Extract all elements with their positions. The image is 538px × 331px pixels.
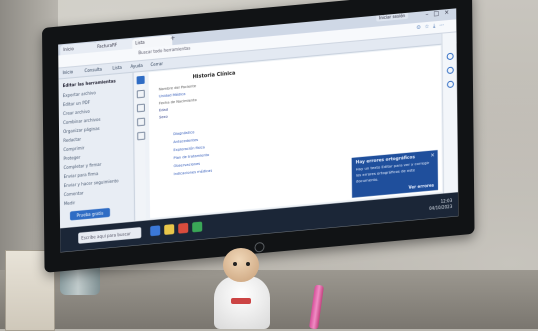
view-errors-button[interactable]: Ver errores <box>409 182 434 189</box>
monitor: Inicio FacturaRF Lista + Iniciar sesión … <box>42 0 475 273</box>
sidebar-item[interactable]: Exportar archivo <box>63 90 96 98</box>
sidebar-item[interactable]: Comprimir <box>63 145 84 152</box>
right-toolbar <box>441 32 459 194</box>
document-line: Sexo <box>159 114 168 120</box>
figurine-eye <box>233 262 237 266</box>
notification-toast[interactable]: × Hay errores ortográficos Hay un texto … <box>351 150 439 198</box>
menu-item[interactable]: Inicio <box>62 69 73 75</box>
clock-date: 04/10/2023 <box>429 203 453 211</box>
sidebar-item[interactable]: Comentar <box>64 190 84 197</box>
figurine-eye <box>246 262 250 266</box>
document-line: Edad <box>158 107 169 113</box>
menu-item[interactable]: Lista <box>112 65 122 71</box>
app-icon[interactable] <box>192 221 203 233</box>
monitor-logo <box>254 241 265 253</box>
menu-item[interactable]: Cerrar <box>150 61 163 67</box>
window-controls[interactable]: –□× <box>425 9 454 19</box>
sidebar-item[interactable]: Enviar y hacer seguimiento <box>64 178 119 188</box>
search-icon[interactable] <box>446 52 454 61</box>
document-line: Indicaciones médicas <box>173 168 213 177</box>
highlight-tool-icon[interactable] <box>136 103 145 113</box>
text-tool-icon[interactable] <box>137 131 146 141</box>
menu-item[interactable]: Ayuda <box>130 63 142 69</box>
sidebar-item[interactable]: Redactar <box>63 136 81 143</box>
figurine-head <box>223 248 259 282</box>
sidebar-item[interactable]: Medir <box>64 200 75 206</box>
document-line: Nombre del Paciente <box>158 83 197 92</box>
app-icon[interactable] <box>150 225 161 237</box>
document-line: Diagnóstico <box>173 130 195 137</box>
comment-tool-icon[interactable] <box>136 89 145 99</box>
taskbar-clock[interactable]: 12:03 04/10/2023 <box>429 198 452 212</box>
sidebar-item[interactable]: Enviar para firma <box>64 171 99 179</box>
new-tab-icon[interactable]: + <box>170 35 175 42</box>
login-button[interactable]: Iniciar sesión <box>375 11 409 22</box>
document-line: Observaciones <box>173 161 201 169</box>
select-tool-icon[interactable] <box>136 75 145 85</box>
document-line: Fecha de Nacimiento <box>158 97 197 106</box>
sidebar-item[interactable]: Crear archivo <box>63 109 90 116</box>
document-line: Antecedentes <box>173 137 199 145</box>
menu-item[interactable]: Consulta <box>84 67 102 74</box>
document-title: Historia Clínica <box>192 70 236 81</box>
taskbar-search-input[interactable]: Escribe aquí para buscar <box>78 226 142 244</box>
sidebar-heading: Editar las herramientas <box>62 78 116 89</box>
sidebar-item[interactable]: Editar un PDF <box>63 100 90 107</box>
trial-button[interactable]: Prueba gratis <box>69 207 111 221</box>
sidebar-item[interactable]: Completar y firmar <box>63 162 101 170</box>
tool-icon-column <box>134 71 147 221</box>
close-icon[interactable]: × <box>430 152 434 158</box>
address-text: Buscar todo herramientas <box>138 45 191 56</box>
sidebar-item[interactable]: Combinar archivos <box>63 117 101 125</box>
document-line: Plan de tratamiento <box>173 152 210 161</box>
tools-sidebar: Editar las herramientas Exportar archivo… <box>58 72 136 228</box>
sidebar-item[interactable]: Organizar páginas <box>63 126 100 134</box>
monitor-screen: Inicio FacturaRF Lista + Iniciar sesión … <box>58 8 459 253</box>
zoom-icon[interactable] <box>446 66 454 75</box>
draw-tool-icon[interactable] <box>137 117 146 127</box>
figurine-badge <box>231 298 251 304</box>
document-line: Unidad Médica <box>158 91 186 99</box>
document-line: Exploración física <box>173 145 205 153</box>
settings-icon[interactable] <box>446 80 454 89</box>
sidebar-item[interactable]: Proteger <box>63 155 80 162</box>
app-icon[interactable] <box>178 222 189 234</box>
folder-icon[interactable] <box>164 223 175 235</box>
toolbar-icons[interactable]: ⊙☆⤓⋯ <box>416 22 448 31</box>
